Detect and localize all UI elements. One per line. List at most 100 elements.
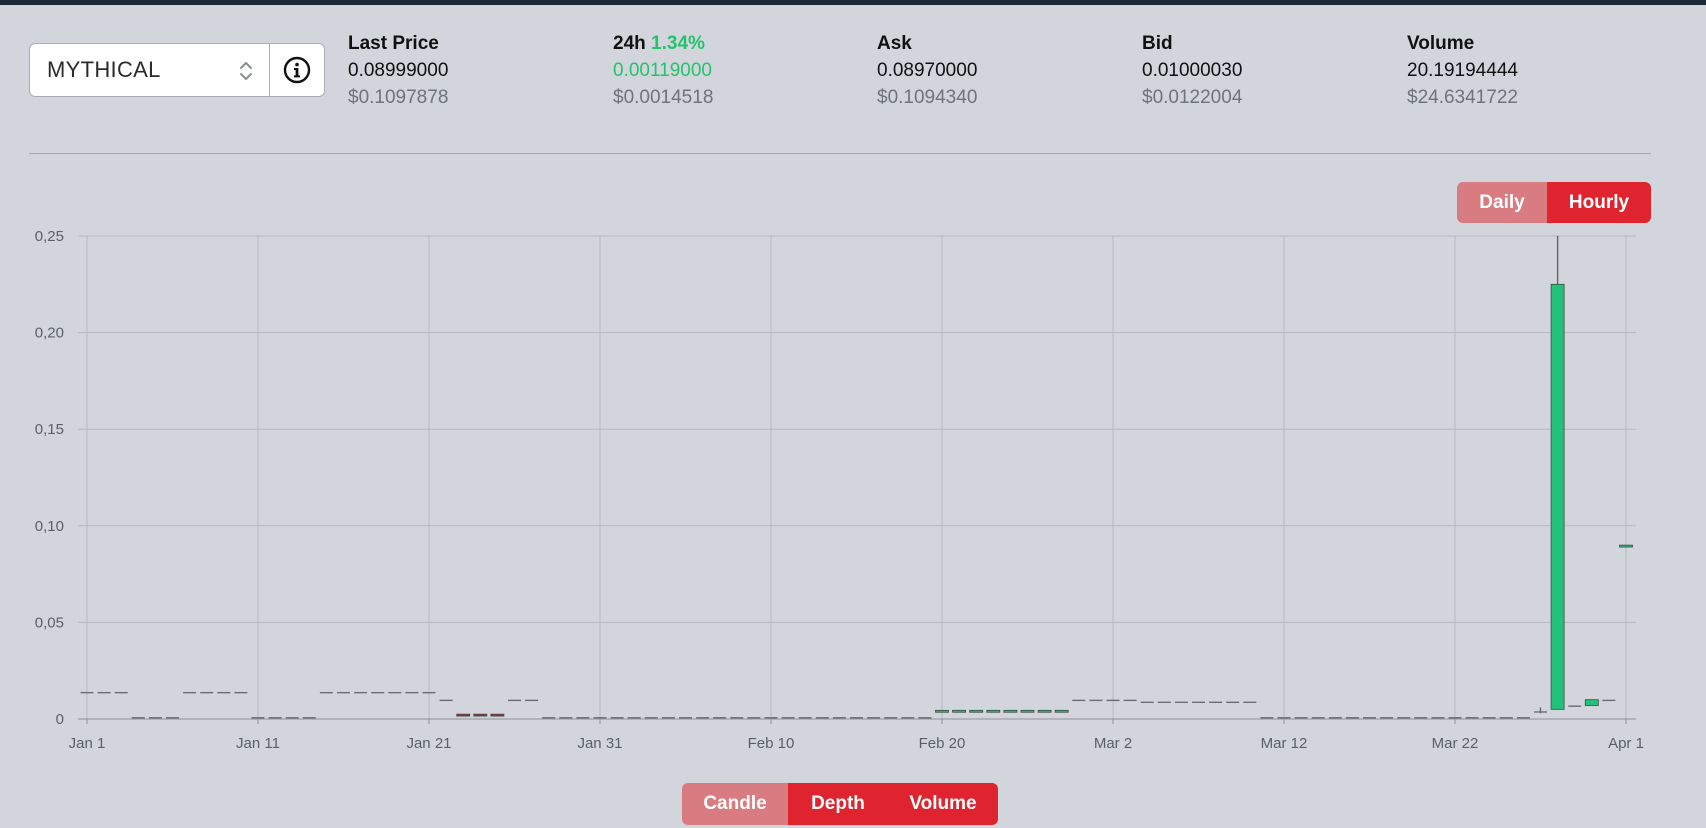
- candle-body: [1003, 709, 1018, 713]
- candle-body: [1482, 717, 1496, 719]
- x-tick-label: Mar 2: [1094, 735, 1132, 752]
- candle-body: [1550, 283, 1565, 710]
- candle-body: [354, 691, 368, 694]
- candle-body: [1516, 717, 1530, 719]
- candle-body: [371, 691, 385, 694]
- candle-body: [131, 717, 145, 719]
- candle-body: [285, 717, 299, 719]
- candle-body: [1260, 717, 1274, 719]
- candle-body: [730, 717, 744, 719]
- candle-body: [867, 717, 881, 719]
- x-tick-label: Mar 22: [1432, 735, 1479, 752]
- y-tick-label: 0: [56, 711, 64, 728]
- candle-body: [1209, 701, 1223, 704]
- candle-body: [747, 717, 761, 719]
- candle-body: [986, 709, 1001, 713]
- candle-body: [781, 717, 795, 719]
- candle-body: [661, 717, 675, 719]
- candle-body: [1157, 701, 1171, 704]
- candle-body: [148, 717, 162, 719]
- candle-body: [1020, 709, 1035, 713]
- candle-body: [1465, 717, 1479, 719]
- candle-body: [456, 713, 471, 717]
- y-tick-label: 0,20: [35, 325, 64, 342]
- candle-body: [1499, 717, 1513, 719]
- x-tick-label: Apr 1: [1608, 735, 1644, 752]
- y-tick-label: 0,15: [35, 421, 64, 438]
- candle-body: [610, 717, 624, 719]
- candle-body: [1448, 717, 1462, 719]
- candle-body: [1037, 709, 1052, 713]
- candle-body: [644, 717, 658, 719]
- depth-button[interactable]: Depth: [788, 783, 888, 825]
- candle-body: [884, 717, 898, 719]
- candle-body: [525, 699, 539, 702]
- candle-body: [969, 709, 984, 713]
- candle-body: [935, 709, 949, 713]
- price-chart: Jan 1 Jan 11 Jan 21 Jan 31 Feb 10 Feb 20 Mar 2…: [35, 228, 1644, 752]
- candle-body: [1584, 699, 1599, 706]
- candle-body: [337, 691, 350, 694]
- candle-body: [234, 691, 248, 694]
- x-tick-label: Feb 10: [748, 735, 795, 752]
- candle-body: [764, 717, 778, 719]
- candle-body: [508, 699, 521, 702]
- candle-body: [1243, 701, 1257, 704]
- candle-body: [1106, 699, 1120, 702]
- candle-body: [815, 717, 829, 719]
- candle-body: [1294, 717, 1308, 719]
- candle-body: [559, 717, 573, 719]
- candle-body: [217, 691, 231, 694]
- candle-body: [850, 717, 863, 719]
- candle-body: [183, 691, 197, 694]
- candle-body: [713, 717, 727, 719]
- candle-body: [1602, 699, 1616, 702]
- candle-body: [490, 713, 505, 717]
- candle-body: [405, 691, 419, 694]
- candle-button[interactable]: Candle: [682, 783, 788, 825]
- candle-body: [1226, 701, 1240, 704]
- candle-body: [1054, 709, 1069, 713]
- candle-body: [627, 717, 641, 719]
- candle-body: [1431, 717, 1445, 719]
- candle-body: [388, 691, 402, 694]
- x-tick-label: Jan 1: [69, 735, 106, 752]
- candle-body: [268, 717, 282, 719]
- x-tick-label: Feb 20: [919, 735, 966, 752]
- x-tick-label: Jan 21: [406, 735, 451, 752]
- candle-body: [1311, 717, 1325, 719]
- y-tick-label: 0,10: [35, 518, 64, 535]
- candle-body: [114, 691, 128, 694]
- candle-body: [319, 691, 333, 694]
- candle-body: [200, 691, 214, 694]
- candle-body: [1192, 701, 1205, 704]
- candle-body: [1619, 544, 1633, 548]
- candle-body: [679, 717, 692, 719]
- candle-body: [542, 717, 556, 719]
- candle-body: [576, 717, 590, 719]
- candle-body: [439, 699, 453, 702]
- x-tick-label: Mar 12: [1261, 735, 1308, 752]
- candle-body: [1328, 717, 1342, 719]
- candle-body: [918, 717, 932, 719]
- candle-body: [901, 717, 915, 719]
- candle-body: [1277, 717, 1291, 719]
- candle-body: [1072, 699, 1086, 702]
- candle-body: [798, 717, 812, 719]
- volume-button[interactable]: Volume: [888, 783, 998, 825]
- candle-body: [1363, 717, 1376, 719]
- candle-body: [422, 691, 436, 694]
- candle-body: [696, 717, 710, 719]
- candle-body: [1380, 717, 1394, 719]
- candle-body: [1568, 705, 1582, 707]
- y-tick-label: 0,05: [35, 614, 64, 631]
- candle-body: [473, 713, 488, 717]
- candle-body: [952, 709, 966, 713]
- x-tick-label: Jan 31: [577, 735, 622, 752]
- chart-type-toggle: Candle Depth Volume: [682, 783, 998, 825]
- candle-body: [1534, 711, 1547, 713]
- candle-body: [80, 691, 94, 694]
- candle-body: [251, 717, 265, 719]
- candle-body: [1345, 717, 1359, 719]
- y-tick-label: 0,25: [35, 228, 64, 245]
